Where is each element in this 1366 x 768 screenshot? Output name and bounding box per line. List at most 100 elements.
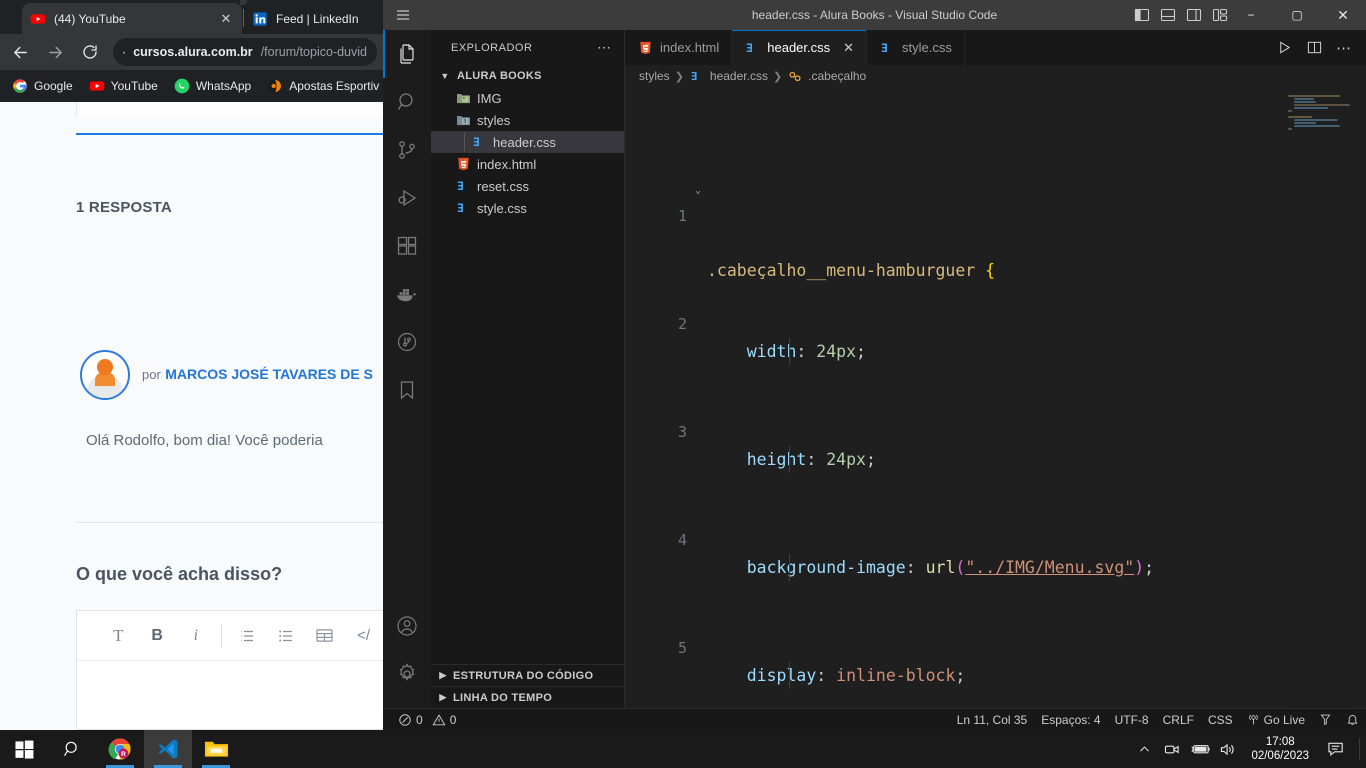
whatsapp-icon (174, 78, 190, 94)
volume-status-icon[interactable] (1215, 730, 1241, 768)
windows-taskbar: R 17:08 02/06/2023 (0, 730, 1366, 768)
customize-layout-icon[interactable] (1212, 7, 1228, 23)
activity-gitlens[interactable] (383, 318, 431, 366)
author-link[interactable]: MARCOS JOSÉ TAVARES DE S (165, 366, 373, 382)
linkedin-icon (253, 11, 267, 26)
bold-button[interactable]: B (138, 621, 177, 651)
tree-item-styles[interactable]: Ǝ styles (431, 109, 624, 131)
close-icon[interactable]: ✕ (218, 11, 234, 27)
minimize-button[interactable]: − (1228, 0, 1274, 30)
activity-settings[interactable] (383, 650, 431, 698)
browser-tab-strip: (44) YouTube ✕ Feed | LinkedIn (0, 0, 383, 34)
tree-item-img[interactable]: IMG (431, 87, 624, 109)
code-button[interactable]: </ (344, 621, 383, 651)
ordered-list-button[interactable] (228, 621, 267, 651)
taskbar-app-chrome[interactable]: R (96, 730, 144, 768)
page-top-panel (76, 102, 383, 116)
toggle-secondary-sidebar-icon[interactable] (1186, 7, 1202, 23)
activity-explorer[interactable] (383, 30, 431, 78)
activity-docker[interactable] (383, 270, 431, 318)
svg-text:Ǝ: Ǝ (473, 135, 480, 149)
breadcrumb-header-css[interactable]: Ǝ header.css (689, 68, 768, 84)
split-editor-button[interactable] (1300, 30, 1328, 65)
taskbar-app-vscode[interactable] (144, 730, 192, 768)
activity-bookmarks[interactable] (383, 366, 431, 414)
ellipsis-icon[interactable]: ⋯ (597, 39, 612, 56)
warning-icon (432, 713, 446, 725)
activity-extensions[interactable] (383, 222, 431, 270)
hamburger-menu-icon[interactable] (383, 0, 423, 30)
fold-chevron-down-icon[interactable]: ⌄ (691, 177, 705, 204)
bookmark-whatsapp[interactable]: WhatsApp (168, 75, 257, 97)
toggle-panel-icon[interactable] (1160, 7, 1176, 23)
taskbar-search-button[interactable] (48, 730, 96, 768)
tree-item-header-css[interactable]: Ǝ header.css (431, 131, 624, 153)
more-actions-button[interactable]: ⋯ (1330, 30, 1358, 65)
go-live-status[interactable]: Go Live (1240, 709, 1312, 731)
bookmark-apostas[interactable]: Apostas Esportiv (261, 75, 383, 97)
taskbar-clock[interactable]: 17:08 02/06/2023 (1243, 730, 1317, 768)
indentation-status[interactable]: Espaços: 4 (1034, 709, 1107, 731)
bookmark-label: Apostas Esportiv (289, 79, 380, 93)
editor-tab-header-css[interactable]: Ǝ header.css ✕ (732, 30, 868, 65)
bookmark-youtube[interactable]: YouTube (83, 75, 164, 97)
youtube-icon (30, 13, 46, 24)
bell-icon (1347, 715, 1358, 725)
cursor-position[interactable]: Ln 11, Col 35 (950, 709, 1035, 731)
problems-status[interactable]: 0 0 (391, 709, 463, 731)
breadcrumb-symbol[interactable]: .cabeçalho (787, 68, 866, 84)
browser-tab-youtube[interactable]: (44) YouTube ✕ (22, 3, 242, 34)
run-button[interactable] (1270, 30, 1298, 65)
breadcrumb-styles[interactable]: styles (639, 69, 670, 83)
show-hidden-icons-button[interactable] (1131, 730, 1157, 768)
remote-indicator[interactable] (1312, 709, 1339, 731)
text-style-button[interactable]: T (99, 621, 138, 651)
minimap-line (1288, 110, 1292, 112)
code-editor[interactable]: 1 ⌄ .cabeçalho__menu-hamburguer { 2 widt… (625, 87, 1366, 708)
encoding-status[interactable]: UTF-8 (1108, 709, 1156, 731)
tree-indent-guide (464, 133, 465, 151)
start-button[interactable] (0, 730, 48, 768)
system-tray: 17:08 02/06/2023 (1131, 730, 1366, 768)
web-page-content: 1 RESPOSTA por MARCOS JOSÉ TAVARES DE S … (0, 102, 383, 730)
table-button[interactable] (306, 621, 345, 651)
minimap-line (1288, 95, 1340, 97)
address-bar[interactable]: cursos.alura.com.br/forum/topico-duvid (113, 38, 377, 66)
unordered-list-button[interactable] (267, 621, 306, 651)
tree-item-style-css[interactable]: Ǝ style.css (431, 197, 624, 219)
activity-source-control[interactable] (383, 126, 431, 174)
minimap[interactable] (1288, 87, 1352, 708)
activity-run-and-debug[interactable] (383, 174, 431, 222)
language-mode-status[interactable]: CSS (1201, 709, 1240, 731)
battery-status-icon[interactable] (1187, 730, 1213, 768)
editor-tab-index-html[interactable]: index.html (625, 30, 733, 65)
maximize-button[interactable]: ▢ (1274, 0, 1320, 30)
minimap-line (1294, 107, 1328, 109)
activity-search[interactable] (383, 78, 431, 126)
editor-tab-style-css[interactable]: Ǝ style.css (867, 30, 965, 65)
tree-item-reset-css[interactable]: Ǝ reset.css (431, 175, 624, 197)
back-arrow-icon[interactable] (5, 37, 35, 67)
forward-arrow-icon[interactable] (40, 37, 70, 67)
reload-icon[interactable] (75, 37, 105, 67)
rich-text-toolbar: T B i </ (77, 611, 383, 661)
camera-status-icon[interactable] (1159, 730, 1185, 768)
toggle-primary-sidebar-icon[interactable] (1134, 7, 1150, 23)
tree-item-index-html[interactable]: index.html (431, 153, 624, 175)
section-linha-do-tempo[interactable]: ▶ LINHA DO TEMPO (431, 686, 624, 708)
browser-tab-linkedin[interactable]: Feed | LinkedIn (244, 3, 383, 34)
notifications-bell[interactable] (1339, 709, 1366, 731)
notification-center-button[interactable] (1319, 730, 1353, 768)
activity-accounts[interactable] (383, 602, 431, 650)
eol-status[interactable]: CRLF (1156, 709, 1201, 731)
italic-button[interactable]: i (176, 621, 215, 651)
vscode-icon (158, 739, 178, 759)
section-estrutura-do-codigo[interactable]: ▶ ESTRUTURA DO CÓDIGO (431, 664, 624, 686)
explorer-root-folder[interactable]: ▼ ALURA BOOKS (431, 65, 624, 87)
answer-body-text: Olá Rodolfo, bom dia! Você poderia (86, 432, 323, 449)
bookmark-google[interactable]: Google (6, 75, 79, 97)
taskbar-app-file-explorer[interactable] (192, 730, 240, 768)
close-button[interactable]: ✕ (1320, 0, 1366, 30)
breadcrumb-label: header.css (709, 69, 768, 83)
close-icon[interactable]: ✕ (843, 40, 854, 56)
